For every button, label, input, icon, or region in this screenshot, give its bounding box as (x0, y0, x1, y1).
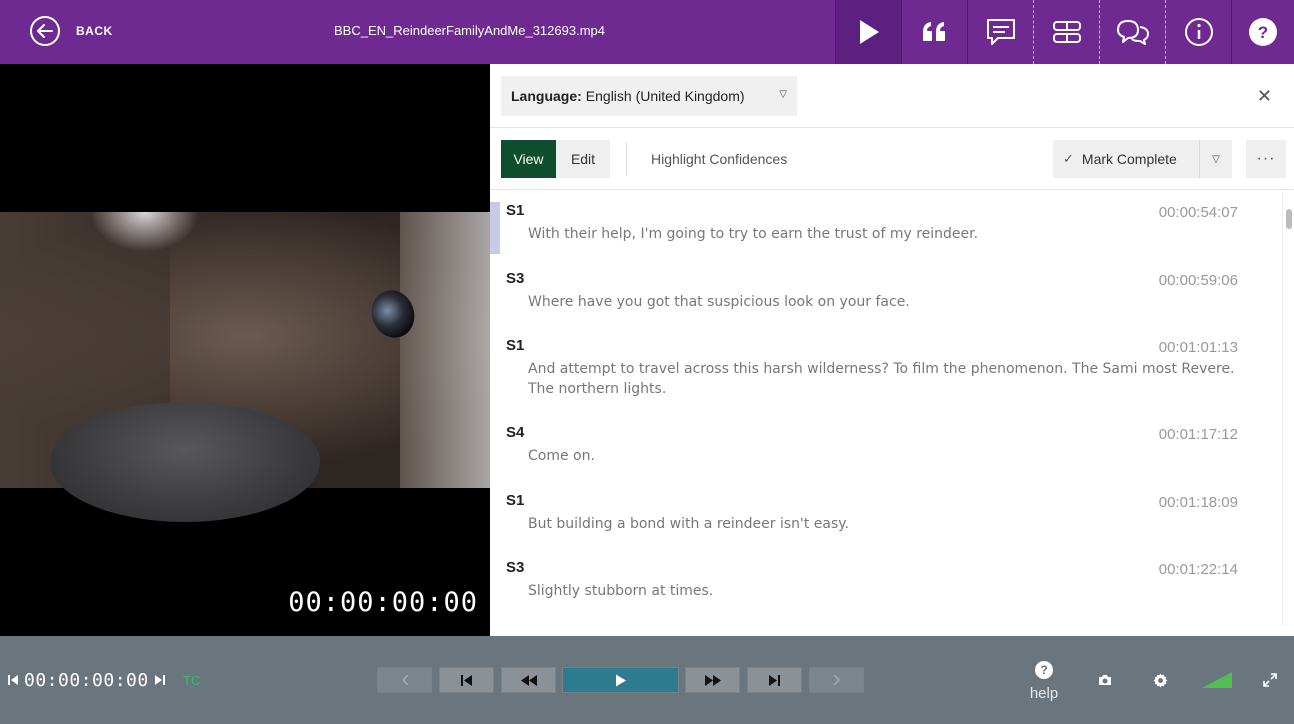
layout-icon (1052, 21, 1081, 43)
file-name: BBC_EN_ReindeerFamilyAndMe_312693.mp4 (334, 23, 605, 38)
volume-slider[interactable] (1201, 670, 1233, 690)
skip-end-icon[interactable] (154, 670, 165, 691)
rewind-icon (520, 674, 537, 686)
comments-icon (1116, 20, 1149, 45)
info-button[interactable] (1165, 0, 1231, 64)
segment-timestamp[interactable]: 00:01:22:14 (1159, 561, 1238, 578)
info-icon (1184, 18, 1213, 46)
play-button[interactable] (562, 667, 679, 693)
timecode-control: 00:00:00:00 (8, 670, 165, 691)
segment-timestamp[interactable]: 00:01:01:13 (1159, 339, 1238, 356)
segment-text[interactable]: And attempt to travel across this harsh … (528, 359, 1244, 399)
segment-text[interactable]: Slightly stubborn at times. (528, 581, 1244, 601)
video-timecode: 00:00:00:00 (288, 587, 478, 618)
video-frame (0, 212, 490, 522)
back-label: BACK (76, 24, 113, 38)
segment-timestamp[interactable]: 00:00:54:07 (1159, 204, 1238, 221)
skip-start-icon[interactable] (8, 670, 18, 691)
transcript-toolbar: View Edit Highlight Confidences ✓ Mark C… (490, 128, 1294, 190)
transcript-list: S1 00:00:54:07 With their help, I'm goin… (490, 191, 1294, 636)
scrollbar[interactable] (1282, 191, 1294, 626)
language-label: Language: (511, 88, 582, 104)
segment-text[interactable]: Come on. (528, 446, 1244, 466)
video-player[interactable]: 00:00:00:00 (0, 64, 490, 636)
timecode-mode-toggle[interactable]: TC (183, 673, 200, 688)
quote-icon (922, 22, 945, 41)
snapshot-button[interactable] (1095, 670, 1115, 690)
language-value: English (United Kingdom) (585, 88, 745, 104)
segment-text[interactable]: With their help, I'm going to try to ear… (528, 224, 1244, 244)
divider (626, 142, 627, 176)
play-icon (615, 674, 626, 686)
top-bar: BACK BBC_EN_ReindeerFamilyAndMe_312693.m… (0, 0, 1294, 64)
edit-mode-button[interactable]: Edit (556, 140, 610, 178)
mark-complete-dropdown[interactable]: ▽ (1199, 140, 1232, 178)
fast-forward-icon (704, 674, 721, 686)
segment-timestamp[interactable]: 00:01:18:09 (1159, 494, 1238, 511)
comments-button[interactable] (1099, 0, 1165, 64)
back-button[interactable]: BACK (30, 15, 113, 47)
next-button[interactable] (809, 667, 864, 693)
chevron-left-icon (401, 674, 409, 686)
language-select[interactable]: Language: English (United Kingdom) ▽ (501, 76, 797, 116)
more-options-button[interactable]: ··· (1246, 140, 1286, 178)
language-bar: Language: English (United Kingdom) ▽ ✕ (490, 64, 1294, 128)
player-help-button[interactable]: ? help (1024, 661, 1064, 702)
help-button[interactable]: ? (1231, 0, 1294, 64)
check-icon: ✓ (1063, 151, 1074, 166)
mark-complete-label: Mark Complete (1081, 151, 1177, 167)
skip-back-icon (461, 674, 472, 686)
previous-button[interactable] (377, 667, 432, 693)
transcript-segment[interactable]: S1 00:01:18:09 But building a bond with … (490, 492, 1294, 534)
quote-button[interactable] (901, 0, 967, 64)
camera-icon (1099, 675, 1111, 685)
help-icon: ? (1249, 18, 1277, 46)
skip-to-end-button[interactable] (747, 667, 802, 693)
transcript-segment[interactable]: S3 00:01:22:14 Slightly stubborn at time… (490, 559, 1294, 601)
caret-down-icon: ▽ (779, 89, 787, 100)
svg-text:?: ? (1258, 23, 1268, 42)
caret-down-icon: ▽ (1212, 153, 1220, 165)
highlight-confidences-button[interactable]: Highlight Confidences (651, 151, 787, 167)
settings-button[interactable] (1150, 670, 1170, 690)
transcript-segment[interactable]: S3 00:00:59:06 Where have you got that s… (490, 270, 1294, 312)
close-icon[interactable]: ✕ (1257, 86, 1272, 107)
segment-timestamp[interactable]: 00:00:59:06 (1159, 272, 1238, 289)
mark-complete-button[interactable]: ✓ Mark Complete (1053, 140, 1199, 178)
segment-text[interactable]: Where have you got that suspicious look … (528, 292, 1244, 312)
captions-button[interactable] (967, 0, 1033, 64)
gear-icon (1152, 672, 1168, 688)
chevron-right-icon (832, 674, 840, 686)
expand-icon (1263, 673, 1277, 687)
play-icon (859, 20, 879, 44)
skip-to-start-button[interactable] (439, 667, 494, 693)
skip-forward-icon (769, 674, 780, 686)
play-toolbar-button[interactable] (835, 0, 901, 64)
transcript-segment[interactable]: S4 00:01:17:12 Come on. (490, 424, 1294, 466)
player-timecode[interactable]: 00:00:00:00 (24, 670, 149, 691)
player-controls: 00:00:00:00 TC ? help (0, 636, 1294, 724)
fast-forward-button[interactable] (685, 667, 740, 693)
transcript-segment[interactable]: S1 00:01:01:13 And attempt to travel acr… (490, 337, 1294, 399)
question-icon: ? (1035, 661, 1053, 679)
help-label: help (1029, 685, 1059, 702)
fullscreen-button[interactable] (1260, 670, 1280, 690)
segment-text[interactable]: But building a bond with a reindeer isn'… (528, 514, 1244, 534)
rewind-button[interactable] (501, 667, 556, 693)
segment-timestamp[interactable]: 00:01:17:12 (1159, 426, 1238, 443)
volume-level-icon (1202, 672, 1232, 688)
layout-button[interactable] (1033, 0, 1099, 64)
transcript-panel: Language: English (United Kingdom) ▽ ✕ V… (490, 64, 1294, 636)
transcript-segment[interactable]: S1 00:00:54:07 With their help, I'm goin… (490, 202, 1294, 244)
arrow-left-icon (30, 16, 60, 46)
scrollbar-thumb[interactable] (1286, 209, 1292, 229)
captions-icon (986, 19, 1015, 45)
view-mode-button[interactable]: View (501, 140, 556, 178)
